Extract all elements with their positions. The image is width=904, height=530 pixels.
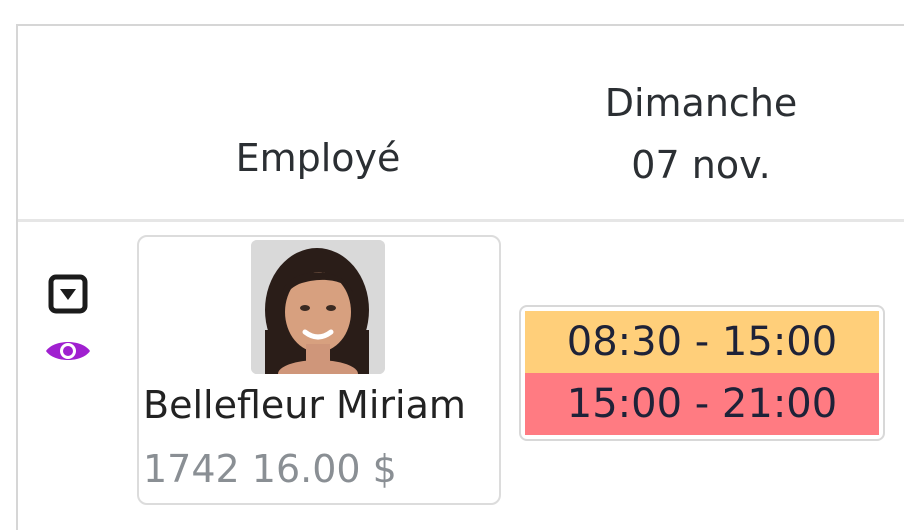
- row-actions: [46, 274, 98, 366]
- employee-meta: 1742 16.00 $: [143, 447, 397, 491]
- employee-column-header: Employé: [235, 136, 401, 180]
- day-date: 07 nov.: [631, 143, 771, 187]
- avatar-photo: [251, 240, 385, 374]
- employee-card[interactable]: Bellefleur Miriam 1742 16.00 $: [137, 235, 501, 505]
- eye-icon[interactable]: [44, 336, 92, 366]
- avatar: [251, 240, 385, 374]
- schedule-table: Employé Dimanche 07 nov. Bellefleur Miri…: [16, 24, 904, 530]
- day-column-header[interactable]: Dimanche 07 nov.: [518, 72, 884, 196]
- table-header: Employé Dimanche 07 nov.: [18, 26, 904, 222]
- shift-evening[interactable]: 15:00 - 21:00: [525, 373, 879, 435]
- caret-down-square-icon[interactable]: [48, 274, 88, 314]
- shift-morning[interactable]: 08:30 - 15:00: [525, 311, 879, 373]
- employee-name: Bellefleur Miriam: [143, 383, 466, 427]
- day-name: Dimanche: [604, 81, 798, 125]
- shift-cell[interactable]: 08:30 - 15:00 15:00 - 21:00: [519, 305, 885, 441]
